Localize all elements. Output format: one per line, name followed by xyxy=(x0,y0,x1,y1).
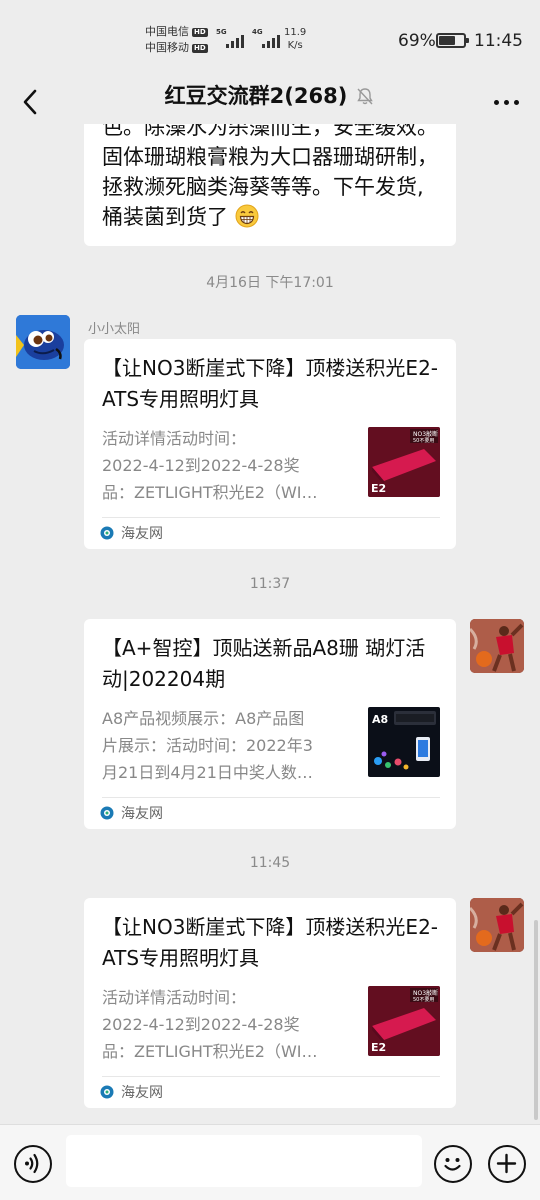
svg-text:50不要用: 50不要用 xyxy=(413,997,434,1003)
card-description: A8产品视频展示：A8产品图 片展示：活动时间：2022年3 月21日到4月21… xyxy=(102,709,313,782)
svg-text:E2: E2 xyxy=(371,482,386,495)
chat-header: 红豆交流群2(268) xyxy=(0,80,540,124)
svg-text:50不要用: 50不要用 xyxy=(413,438,434,444)
signal-indicators: 5G 4G xyxy=(216,28,280,48)
more-horizontal-icon xyxy=(493,99,499,105)
signal-4g-icon: 4G xyxy=(252,28,280,48)
timestamp: 11:45 xyxy=(249,855,291,871)
more-button[interactable] xyxy=(486,84,526,120)
carrier-info: 中国电信 HD 中国移动 HD xyxy=(145,24,208,56)
emoji-icon xyxy=(444,1158,461,1171)
link-card[interactable]: 【A+智控】顶贴送新品A8珊 瑚灯活动|202204期 A8产品视频展示：A8产… xyxy=(84,619,456,829)
card-source: 海友网 xyxy=(100,523,163,543)
link-card[interactable]: 【让NO3断崖式下降】顶楼送积光E2-ATS专用照明灯具 活动详情活动时间： 2… xyxy=(84,898,456,1108)
svg-text:NO3敲断: NO3敲断 xyxy=(413,430,438,438)
card-title: 【A+智控】顶贴送新品A8珊 瑚灯活动|202204期 xyxy=(102,636,426,691)
card-thumbnail: NO3敲断 50不要用 E2 xyxy=(368,986,440,1056)
speed-unit: K/s xyxy=(287,40,303,51)
voice-button[interactable] xyxy=(14,1145,52,1183)
card-thumbnail: A8 xyxy=(368,707,440,777)
status-bar: 中国电信 HD 中国移动 HD 5G 4G 11.9 K/s 69% 11:45 xyxy=(0,0,540,80)
battery-percent: 69% xyxy=(398,31,436,51)
card-title: 【让NO3断崖式下降】顶楼送积光E2-ATS专用照明灯具 xyxy=(102,356,439,411)
grin-emoji-icon xyxy=(235,204,259,228)
card-thumbnail: NO3敲断 50不要用 E2 xyxy=(368,427,440,497)
source-logo-icon xyxy=(100,1085,114,1099)
speed-value: 11.9 xyxy=(284,27,307,38)
scrollbar[interactable] xyxy=(534,920,538,1120)
plus-button[interactable] xyxy=(488,1145,526,1183)
avatar[interactable] xyxy=(470,619,524,673)
status-time: 11:45 xyxy=(474,31,523,51)
svg-text:NO3敲断: NO3敲断 xyxy=(413,989,438,997)
svg-text:E2: E2 xyxy=(371,1041,386,1054)
voice-icon xyxy=(25,1153,39,1174)
link-card[interactable]: 【让NO3断崖式下降】顶楼送积光E2-ATS专用照明灯具 活动详情活动时间： 2… xyxy=(84,339,456,549)
input-bar xyxy=(0,1124,540,1200)
message-list[interactable]: 色。除藻水为杀藻而生，安全缓效。固体珊瑚粮膏粮为大口器珊瑚研制，拯救濒死脑类海葵… xyxy=(0,124,540,1124)
card-divider xyxy=(102,797,440,798)
source-logo-icon xyxy=(100,806,114,820)
carrier-1: 中国电信 xyxy=(145,25,189,38)
battery-icon xyxy=(436,33,469,48)
fish-avatar-icon xyxy=(16,315,70,369)
timestamp: 11:37 xyxy=(249,576,291,592)
player-avatar-icon xyxy=(470,898,524,952)
card-source: 海友网 xyxy=(100,803,163,823)
network-speed: 11.9 K/s xyxy=(284,26,306,52)
text-message-bubble[interactable]: 色。除藻水为杀藻而生，安全缓效。固体珊瑚粮膏粮为大口器珊瑚研制，拯救濒死脑类海葵… xyxy=(84,124,456,246)
chat-title: 红豆交流群2(268) xyxy=(164,84,348,108)
hd-badge: HD xyxy=(192,43,208,53)
card-description: 活动详情活动时间： 2022-4-12到2022-4-28奖 品：ZETLIGH… xyxy=(102,429,318,502)
avatar[interactable] xyxy=(470,898,524,952)
card-divider xyxy=(102,517,440,518)
source-logo-icon xyxy=(100,526,114,540)
card-divider xyxy=(102,1076,440,1077)
plus-icon xyxy=(496,1153,517,1174)
card-title: 【让NO3断崖式下降】顶楼送积光E2-ATS专用照明灯具 xyxy=(102,915,439,970)
hd-badge: HD xyxy=(192,27,208,37)
message-input[interactable] xyxy=(66,1135,422,1187)
avatar[interactable] xyxy=(16,315,70,369)
chat-title-container: 红豆交流群2(268) xyxy=(0,82,540,110)
sender-name: 小小太阳 xyxy=(88,322,141,337)
message-text: 色。除藻水为杀藻而生，安全缓效。固体珊瑚粮膏粮为大口器珊瑚研制，拯救濒死脑类海葵… xyxy=(102,124,438,229)
bell-off-icon xyxy=(357,88,374,105)
carrier-2: 中国移动 xyxy=(145,41,189,54)
card-source: 海友网 xyxy=(100,1082,163,1102)
player-avatar-icon xyxy=(470,619,524,673)
emoji-button[interactable] xyxy=(434,1145,472,1183)
svg-text:A8: A8 xyxy=(372,713,388,726)
signal-5g-icon: 5G xyxy=(216,28,244,48)
card-description: 活动详情活动时间： 2022-4-12到2022-4-28奖 品：ZETLIGH… xyxy=(102,988,318,1061)
timestamp: 4月16日 下午17:01 xyxy=(206,275,334,291)
